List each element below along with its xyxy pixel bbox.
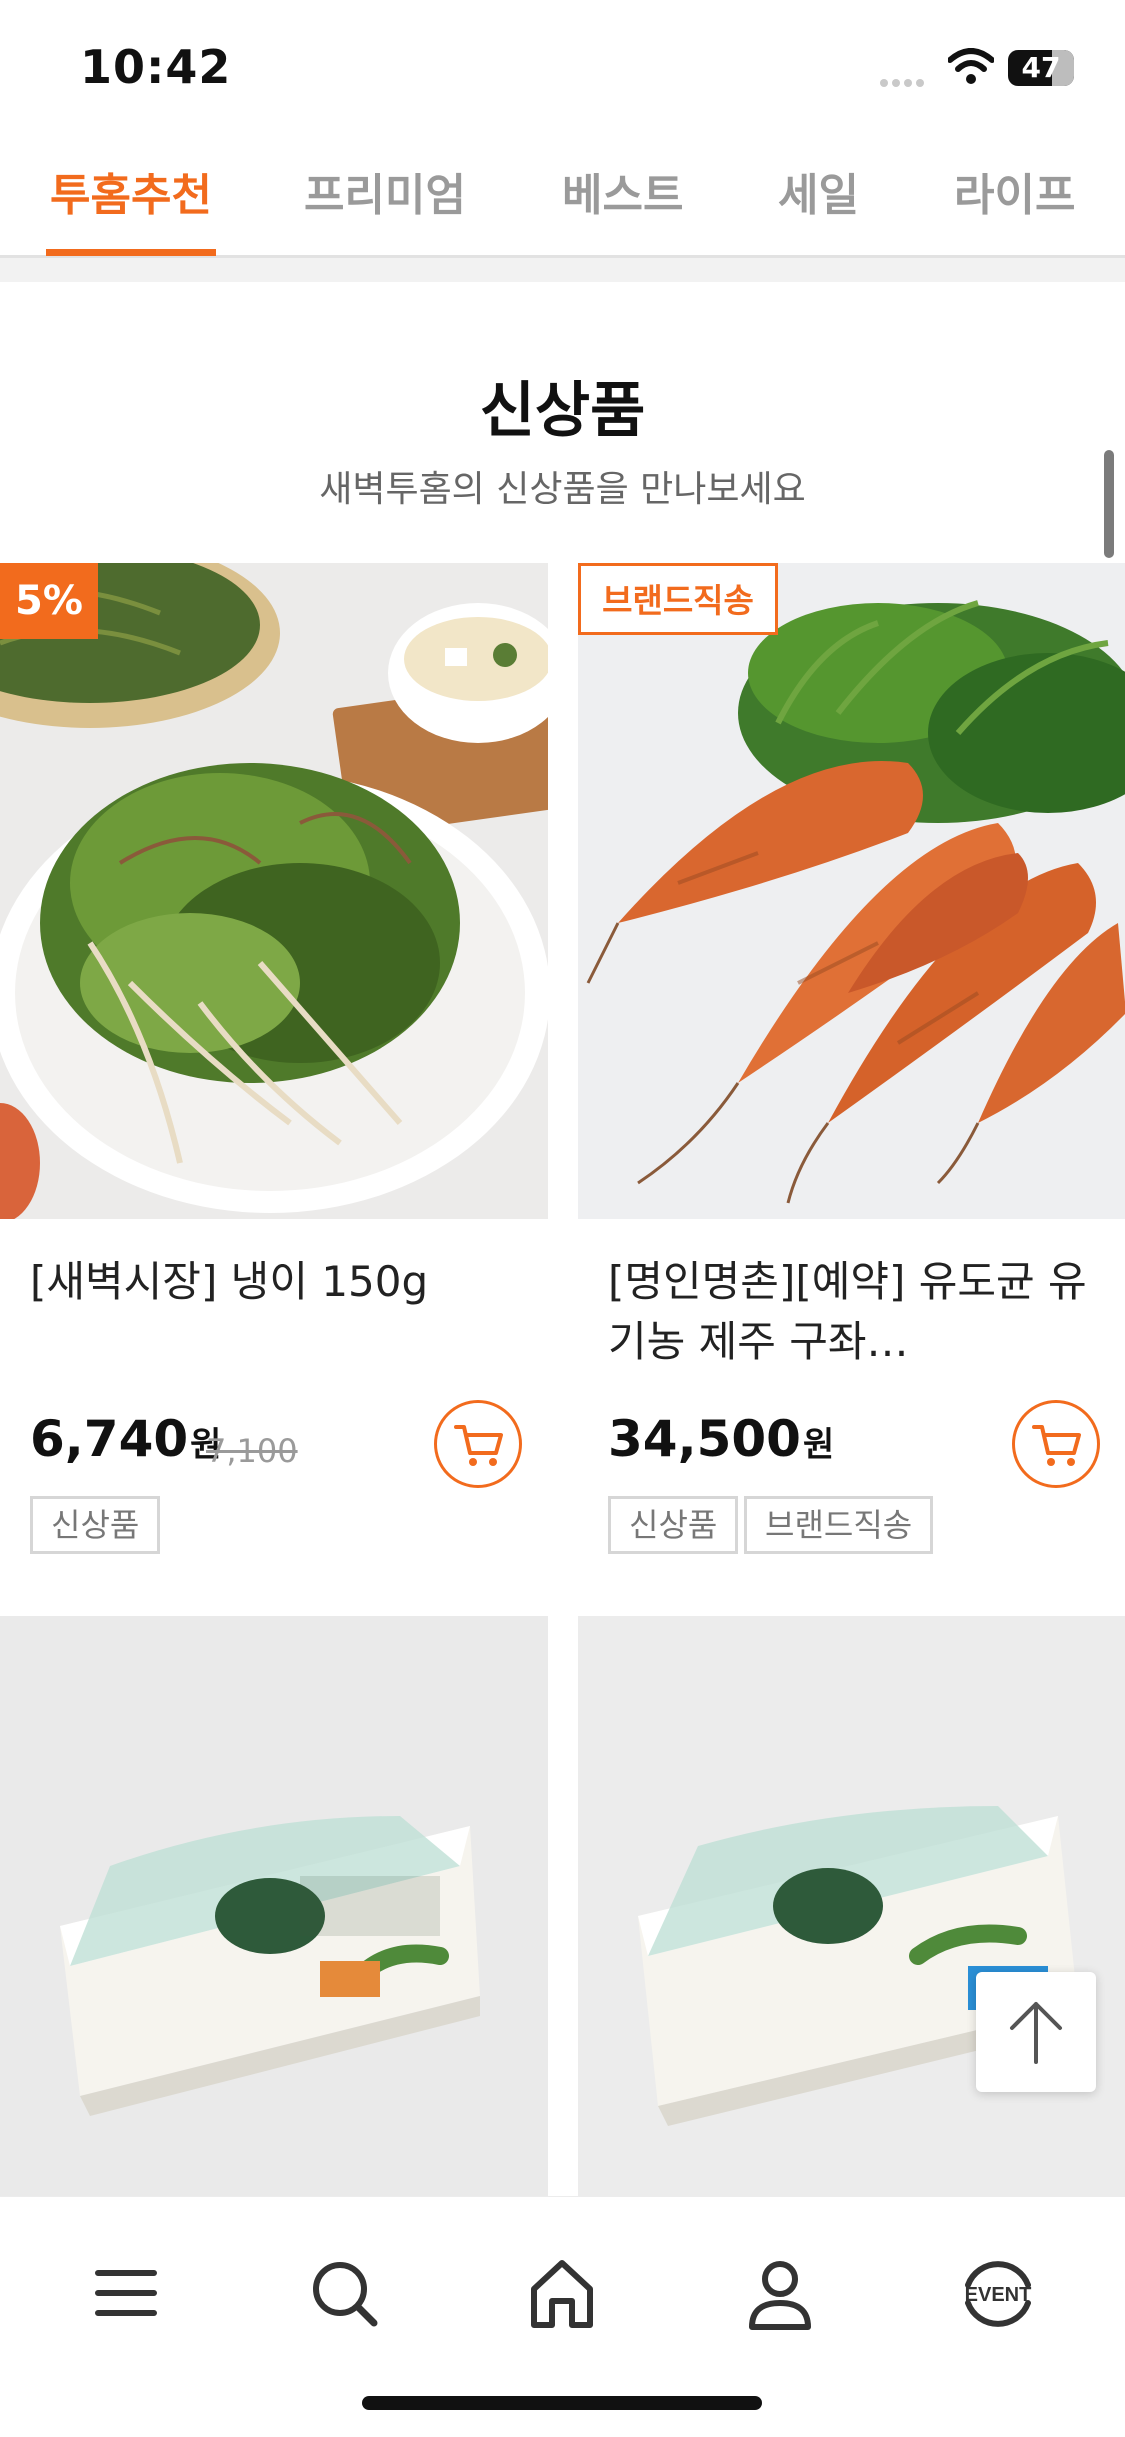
product-name[interactable]: [명인명촌][예약] 유도균 유기농 제주 구좌… xyxy=(608,1252,1088,1372)
home-icon xyxy=(531,2260,593,2328)
home-button[interactable] xyxy=(520,2251,604,2335)
price-value: 6,740 xyxy=(30,1410,189,1468)
home-indicator xyxy=(362,2396,762,2410)
product-image-carrot[interactable] xyxy=(578,563,1125,1219)
product-image-naengi[interactable] xyxy=(0,563,548,1219)
arrow-up-icon xyxy=(1010,2002,1062,2064)
product-name[interactable]: [새벽시장] 냉이 150g xyxy=(30,1252,530,1312)
my-page-button[interactable] xyxy=(738,2251,822,2335)
search-button[interactable] xyxy=(302,2251,386,2335)
menu-icon xyxy=(95,2270,157,2316)
tab-premium[interactable]: 프리미엄 xyxy=(300,164,470,252)
scroll-to-top-button[interactable] xyxy=(976,1972,1096,2092)
add-to-cart-button[interactable] xyxy=(1012,1400,1100,1488)
tag-new: 신상품 xyxy=(30,1496,161,1554)
section-title: 신상품 xyxy=(479,376,646,446)
search-icon xyxy=(313,2262,378,2327)
event-icon: EVENT xyxy=(965,2261,1032,2327)
wifi-icon xyxy=(947,48,995,90)
status-time: 10:42 xyxy=(80,40,232,94)
product-image-tofu[interactable] xyxy=(0,1616,548,2196)
section-divider xyxy=(0,258,1125,282)
direct-shipping-badge: 브랜드직송 xyxy=(578,563,778,635)
menu-button[interactable] xyxy=(84,2251,168,2335)
category-tabs: 투홈추천 프리미엄 베스트 세일 라이프 xyxy=(0,150,1125,258)
tag-direct-shipping: 브랜드직송 xyxy=(744,1496,934,1554)
battery-level: 47 xyxy=(1021,51,1061,84)
cart-icon xyxy=(454,1425,503,1466)
price-value: 34,500 xyxy=(608,1410,801,1468)
tag-new: 신상품 xyxy=(608,1496,739,1554)
battery-icon: 47 xyxy=(1008,50,1074,86)
tab-life[interactable]: 라이프 xyxy=(950,164,1079,252)
tab-recommend[interactable]: 투홈추천 xyxy=(46,164,216,256)
original-price: 7,100 xyxy=(206,1432,298,1470)
user-icon xyxy=(749,2261,811,2330)
tab-sale[interactable]: 세일 xyxy=(774,164,863,252)
product-price: 34,500원 xyxy=(608,1410,834,1468)
status-bar: 10:42 47 xyxy=(0,0,1125,140)
add-to-cart-button[interactable] xyxy=(434,1400,522,1488)
cart-icon xyxy=(1032,1425,1081,1466)
event-label: EVENT xyxy=(965,2284,1032,2306)
product-image-tofu[interactable] xyxy=(578,1616,1125,2196)
product-price: 6,740원 xyxy=(30,1410,221,1468)
price-currency: 원 xyxy=(802,1425,835,1465)
section-subtitle: 새벽투홈의 신상품을 만나보세요 xyxy=(319,469,806,510)
scrollbar[interactable] xyxy=(1104,450,1114,558)
event-button[interactable]: EVENT xyxy=(956,2251,1040,2335)
discount-badge: 5% xyxy=(0,563,98,639)
tab-best[interactable]: 베스트 xyxy=(558,164,687,252)
signal-icon xyxy=(880,72,928,91)
